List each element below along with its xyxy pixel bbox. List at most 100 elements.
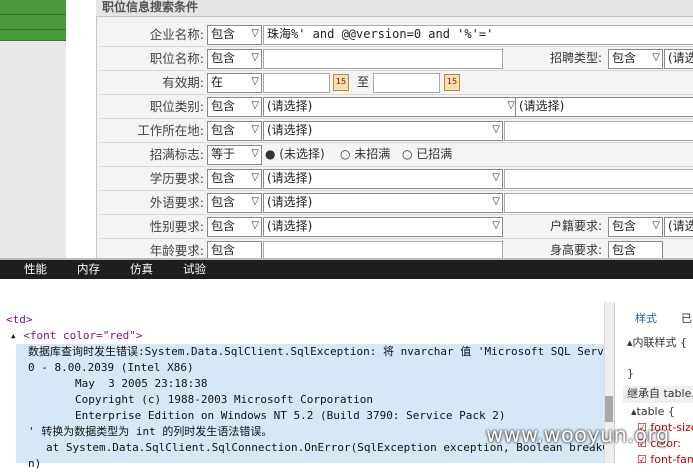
- chevron-down-icon: ▽: [251, 172, 259, 183]
- dom-text-line: May 3 2005 23:18:38: [75, 377, 208, 390]
- row-education: 学历要求: 包含 ▽ (请选择) ▽: [100, 167, 693, 191]
- height-label: 身高要求:: [550, 243, 603, 257]
- household-select[interactable]: (请选: [664, 217, 693, 237]
- household-label: 户籍要求:: [550, 219, 603, 233]
- row-age: 年龄要求: 包含 身高要求: 包含: [100, 239, 693, 259]
- work-location-op-select[interactable]: 包含 ▽: [207, 121, 262, 141]
- left-sidebar: [0, 0, 66, 260]
- language-op-select[interactable]: 包含 ▽: [207, 193, 262, 213]
- radio-not-filled[interactable]: ○ 未招满: [340, 143, 390, 166]
- work-location-extra-input[interactable]: [504, 121, 693, 141]
- gender-op-select[interactable]: 包含 ▽: [207, 217, 262, 237]
- dom-line-td[interactable]: <td>: [6, 312, 33, 328]
- validity-op-select[interactable]: 在 ▽: [207, 73, 262, 93]
- row-work-location: 工作所在地: 包含 ▽ (请选择) ▽: [100, 119, 693, 143]
- radio-unselected[interactable]: ● (未选择): [265, 143, 325, 166]
- watermark: www.wooyun.org: [486, 423, 670, 447]
- language-select[interactable]: (请选择) ▽: [263, 193, 503, 213]
- validity-to-label: 至: [357, 75, 370, 89]
- devtools-tab-bar: 性能 内存 仿真 试验: [0, 260, 693, 279]
- job-category-select[interactable]: (请选择) ▽: [263, 97, 518, 117]
- company-name-input[interactable]: 珠海%' and @@version=0 and '%'=': [263, 25, 693, 45]
- chevron-down-icon: ▽: [251, 100, 259, 111]
- work-location-select[interactable]: (请选择) ▽: [263, 121, 503, 141]
- age-input[interactable]: [263, 241, 503, 258]
- styles-tab[interactable]: 样式: [635, 311, 657, 327]
- dom-text-line: 数据库查询时发生错误:System.Data.SqlClient.SqlExce…: [28, 345, 651, 358]
- education-op-select[interactable]: 包含 ▽: [207, 169, 262, 189]
- tab-emulation[interactable]: 仿真: [130, 260, 153, 279]
- job-category-label: 职位类别:: [149, 99, 204, 114]
- row-job-title: 职位名称: 包含▽ 招聘类型: 包含▽ (请选: [100, 47, 693, 71]
- chevron-down-icon: ▽: [492, 196, 500, 207]
- row-company-name: 企业名称: 包含 ▽ 珠海%' and @@version=0 and '%'=': [100, 23, 693, 47]
- inline-style-close: }: [627, 367, 634, 380]
- dom-line-font[interactable]: ▴ <font color="red">: [10, 328, 142, 344]
- tab-performance[interactable]: 性能: [24, 260, 47, 279]
- inline-style-rule[interactable]: ▴内联样式 {: [627, 335, 687, 351]
- calendar-icon[interactable]: 15: [333, 74, 349, 91]
- validity-to-input[interactable]: [373, 73, 440, 93]
- chevron-down-icon: ▽: [251, 52, 259, 63]
- table-rule[interactable]: ▴table {: [631, 404, 675, 420]
- calendar-icon[interactable]: 15: [444, 74, 460, 91]
- validity-from-input[interactable]: [263, 73, 330, 93]
- computed-tab[interactable]: 已: [681, 311, 692, 327]
- tab-memory[interactable]: 内存: [77, 260, 100, 279]
- chevron-down-icon: ▽: [251, 124, 259, 135]
- chevron-down-icon: ▽: [251, 148, 259, 159]
- chevron-down-icon: ▽: [251, 220, 259, 231]
- chevron-down-icon: ▽: [251, 76, 259, 87]
- row-job-category: 职位类别: 包含 ▽ (请选择) ▽ (请选择): [100, 95, 693, 119]
- chevron-down-icon: ▽: [251, 196, 259, 207]
- chevron-down-icon: ▽: [492, 124, 500, 135]
- work-location-label: 工作所在地:: [137, 123, 204, 138]
- language-extra-input[interactable]: [504, 193, 693, 213]
- filled-flag-label: 招满标志:: [149, 147, 204, 162]
- education-extra-input[interactable]: [504, 169, 693, 189]
- job-category-op-select[interactable]: 包含 ▽: [207, 97, 262, 117]
- gender-select[interactable]: (请选择) ▽: [263, 217, 503, 237]
- dom-text-line: n): [28, 457, 42, 470]
- recruit-type-op-select[interactable]: 包含 ▽: [608, 49, 663, 69]
- tab-experiments[interactable]: 试验: [183, 260, 206, 279]
- dom-text-line: Copyright (c) 1988-2003 Microsoft Corpor…: [75, 393, 374, 406]
- sidebar-item[interactable]: [0, 30, 66, 41]
- row-filled-flag: 招满标志: 等于 ▽ ● (未选择) ○ 未招满 ○ 已招满: [100, 143, 693, 167]
- gender-label: 性别要求:: [149, 219, 204, 234]
- chevron-down-icon: ▽: [507, 100, 515, 111]
- sidebar-item[interactable]: [0, 15, 66, 30]
- chevron-down-icon: ▽: [652, 52, 660, 63]
- recruit-type-select[interactable]: (请选: [664, 49, 693, 69]
- education-label: 学历要求:: [149, 171, 204, 186]
- dom-text-line: Enterprise Edition on Windows NT 5.2 (Bu…: [75, 409, 506, 422]
- row-validity: 有效期: 在 ▽ 15 至 15: [100, 71, 693, 95]
- row-language: 外语要求: 包含 ▽ (请选择) ▽: [100, 191, 693, 215]
- dom-text-line: ' 转换为数据类型为 int 的列时发生语法错误。: [28, 425, 273, 438]
- validity-label: 有效期:: [162, 75, 204, 90]
- company-name-label: 企业名称:: [149, 27, 204, 42]
- dom-scrollbar-thumb[interactable]: [605, 396, 613, 422]
- style-prop-font-family[interactable]: ☑ font-fami: [637, 452, 693, 468]
- row-gender: 性别要求: 包含▽ (请选择)▽ 户籍要求: 包含▽ (请选: [100, 215, 693, 239]
- chevron-down-icon: ▽: [652, 220, 660, 231]
- age-label: 年龄要求:: [149, 243, 204, 258]
- recruit-type-label: 招聘类型:: [550, 51, 603, 65]
- radio-filled[interactable]: ○ 已招满: [402, 143, 452, 166]
- height-op-select[interactable]: 包含: [608, 241, 663, 258]
- age-op-select[interactable]: 包含: [207, 241, 262, 258]
- language-label: 外语要求:: [149, 195, 204, 210]
- dom-text-line: 0 - 8.00.2039 (Intel X86): [28, 361, 194, 374]
- education-select[interactable]: (请选择) ▽: [263, 169, 503, 189]
- chevron-down-icon: ▽: [492, 172, 500, 183]
- chevron-down-icon: ▽: [492, 220, 500, 231]
- job-subcategory-select[interactable]: (请选择): [515, 97, 693, 117]
- filled-flag-op-select[interactable]: 等于 ▽: [207, 145, 262, 165]
- inherited-header: 继承自 table.b: [623, 386, 693, 403]
- panel-title: 职位信息搜索条件: [96, 0, 693, 17]
- job-title-input[interactable]: [263, 49, 503, 69]
- job-title-op-select[interactable]: 包含 ▽: [207, 49, 262, 69]
- company-name-op-select[interactable]: 包含 ▽: [207, 25, 262, 45]
- sidebar-item[interactable]: [0, 0, 66, 15]
- household-op-select[interactable]: 包含 ▽: [608, 217, 663, 237]
